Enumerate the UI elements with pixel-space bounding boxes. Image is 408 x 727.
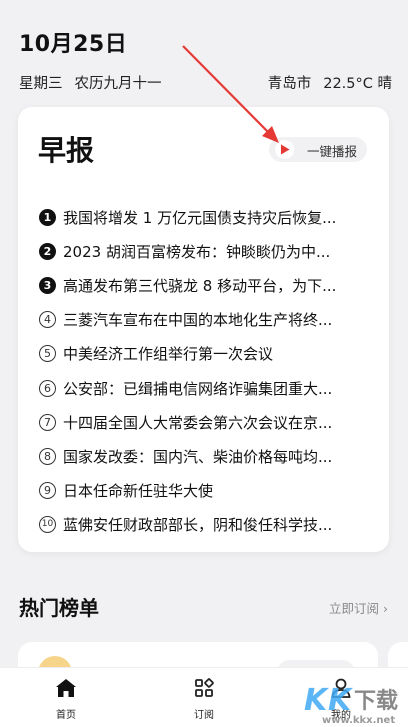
weather-info[interactable]: 青岛市 22.5°C 晴 bbox=[268, 72, 392, 93]
tab-subscribe[interactable]: 订阅 bbox=[174, 676, 234, 721]
news-headline: 2023 胡润百富榜发布：钟睒睒仍为中... bbox=[63, 242, 331, 261]
svg-text:K: K bbox=[328, 683, 354, 718]
rank-badge: 2 bbox=[39, 242, 56, 260]
rank-badge: 5 bbox=[39, 345, 56, 363]
news-item[interactable]: 10 蓝佛安任财政部部长，阴和俊任科学技... bbox=[39, 508, 369, 542]
hot-list-title: 热门榜单 bbox=[19, 596, 99, 620]
news-list: 1 我国将增发 1 万亿元国债支持灾后恢复... 2 2023 胡润百富榜发布：钟睒… bbox=[39, 200, 369, 542]
weather-label: 22.5°C 晴 bbox=[323, 76, 392, 92]
news-item[interactable]: 5 中美经济工作组举行第一次会议 bbox=[39, 337, 369, 371]
lunar-date-label: 农历九月十一 bbox=[74, 76, 162, 92]
news-headline: 中美经济工作组举行第一次会议 bbox=[63, 345, 274, 364]
news-item[interactable]: 2 2023 胡润百富榜发布：钟睒睒仍为中... bbox=[39, 234, 369, 268]
svg-text:K: K bbox=[304, 683, 330, 718]
news-headline: 公安部：已缉捕电信网络诈骗集团重大... bbox=[63, 379, 333, 398]
calendar-info: 星期三 农历九月十一 bbox=[19, 72, 162, 93]
news-headline: 日本任命新任驻华大使 bbox=[63, 482, 214, 501]
tab-home[interactable]: 首页 bbox=[36, 676, 96, 721]
news-item[interactable]: 3 高通发布第三代骁龙 8 移动平台，为下... bbox=[39, 268, 369, 302]
news-headline: 我国将增发 1 万亿元国债支持灾后恢复... bbox=[63, 208, 337, 227]
svg-text:下载: 下载 bbox=[354, 688, 398, 714]
rank-badge: 3 bbox=[39, 276, 56, 294]
play-all-button[interactable]: 一键播报 bbox=[269, 137, 367, 162]
grid-icon bbox=[174, 676, 234, 700]
news-headline: 三菱汽车宣布在中国的本地化生产将终... bbox=[63, 311, 333, 330]
home-icon bbox=[36, 676, 96, 700]
news-item[interactable]: 9 日本任命新任驻华大使 bbox=[39, 474, 369, 508]
city-label: 青岛市 bbox=[267, 76, 312, 92]
news-item[interactable]: 7 十四届全国人大常委会第六次会议在京... bbox=[39, 405, 369, 439]
rank-badge: 9 bbox=[39, 482, 56, 500]
weekday-label: 星期三 bbox=[19, 76, 63, 92]
morning-briefing-card: 早报 一键播报 1 我国将增发 1 万亿元国债支持灾后恢复... 2 2023 胡润… bbox=[18, 107, 389, 552]
rank-badge: 4 bbox=[39, 311, 56, 329]
news-headline: 高通发布第三代骁龙 8 移动平台，为下... bbox=[63, 276, 337, 295]
tab-label: 首页 bbox=[56, 710, 76, 721]
briefing-title: 早报 bbox=[38, 134, 95, 167]
tab-label: 订阅 bbox=[194, 710, 214, 721]
news-item[interactable]: 8 国家发改委：国内汽、柴油价格每吨均... bbox=[39, 439, 369, 473]
play-all-label: 一键播报 bbox=[307, 144, 358, 159]
news-headline: 蓝佛安任财政部部长，阴和俊任科学技... bbox=[63, 516, 333, 535]
rank-badge: 1 bbox=[39, 208, 56, 226]
news-headline: 十四届全国人大常委会第六次会议在京... bbox=[63, 413, 333, 432]
play-icon bbox=[275, 140, 294, 159]
date-subline: 星期三 农历九月十一 青岛市 22.5°C 晴 bbox=[19, 72, 392, 93]
news-headline: 国家发改委：国内汽、柴油价格每吨均... bbox=[63, 447, 333, 466]
rank-badge: 6 bbox=[39, 379, 56, 397]
watermark-domain: www.kkx.net bbox=[322, 715, 396, 726]
subscribe-link[interactable]: 立即订阅 › bbox=[329, 598, 388, 617]
header: 10月25日 星期三 农历九月十一 青岛市 22.5°C 晴 bbox=[19, 26, 392, 93]
news-item[interactable]: 4 三菱汽车宣布在中国的本地化生产将终... bbox=[39, 303, 369, 337]
rank-badge: 7 bbox=[39, 413, 56, 431]
rank-badge: 8 bbox=[39, 447, 56, 465]
news-item[interactable]: 6 公安部：已缉捕电信网络诈骗集团重大... bbox=[39, 371, 369, 405]
news-item[interactable]: 1 我国将增发 1 万亿元国债支持灾后恢复... bbox=[39, 200, 369, 234]
date-title: 10月25日 bbox=[19, 32, 128, 57]
rank-badge: 10 bbox=[39, 516, 56, 534]
